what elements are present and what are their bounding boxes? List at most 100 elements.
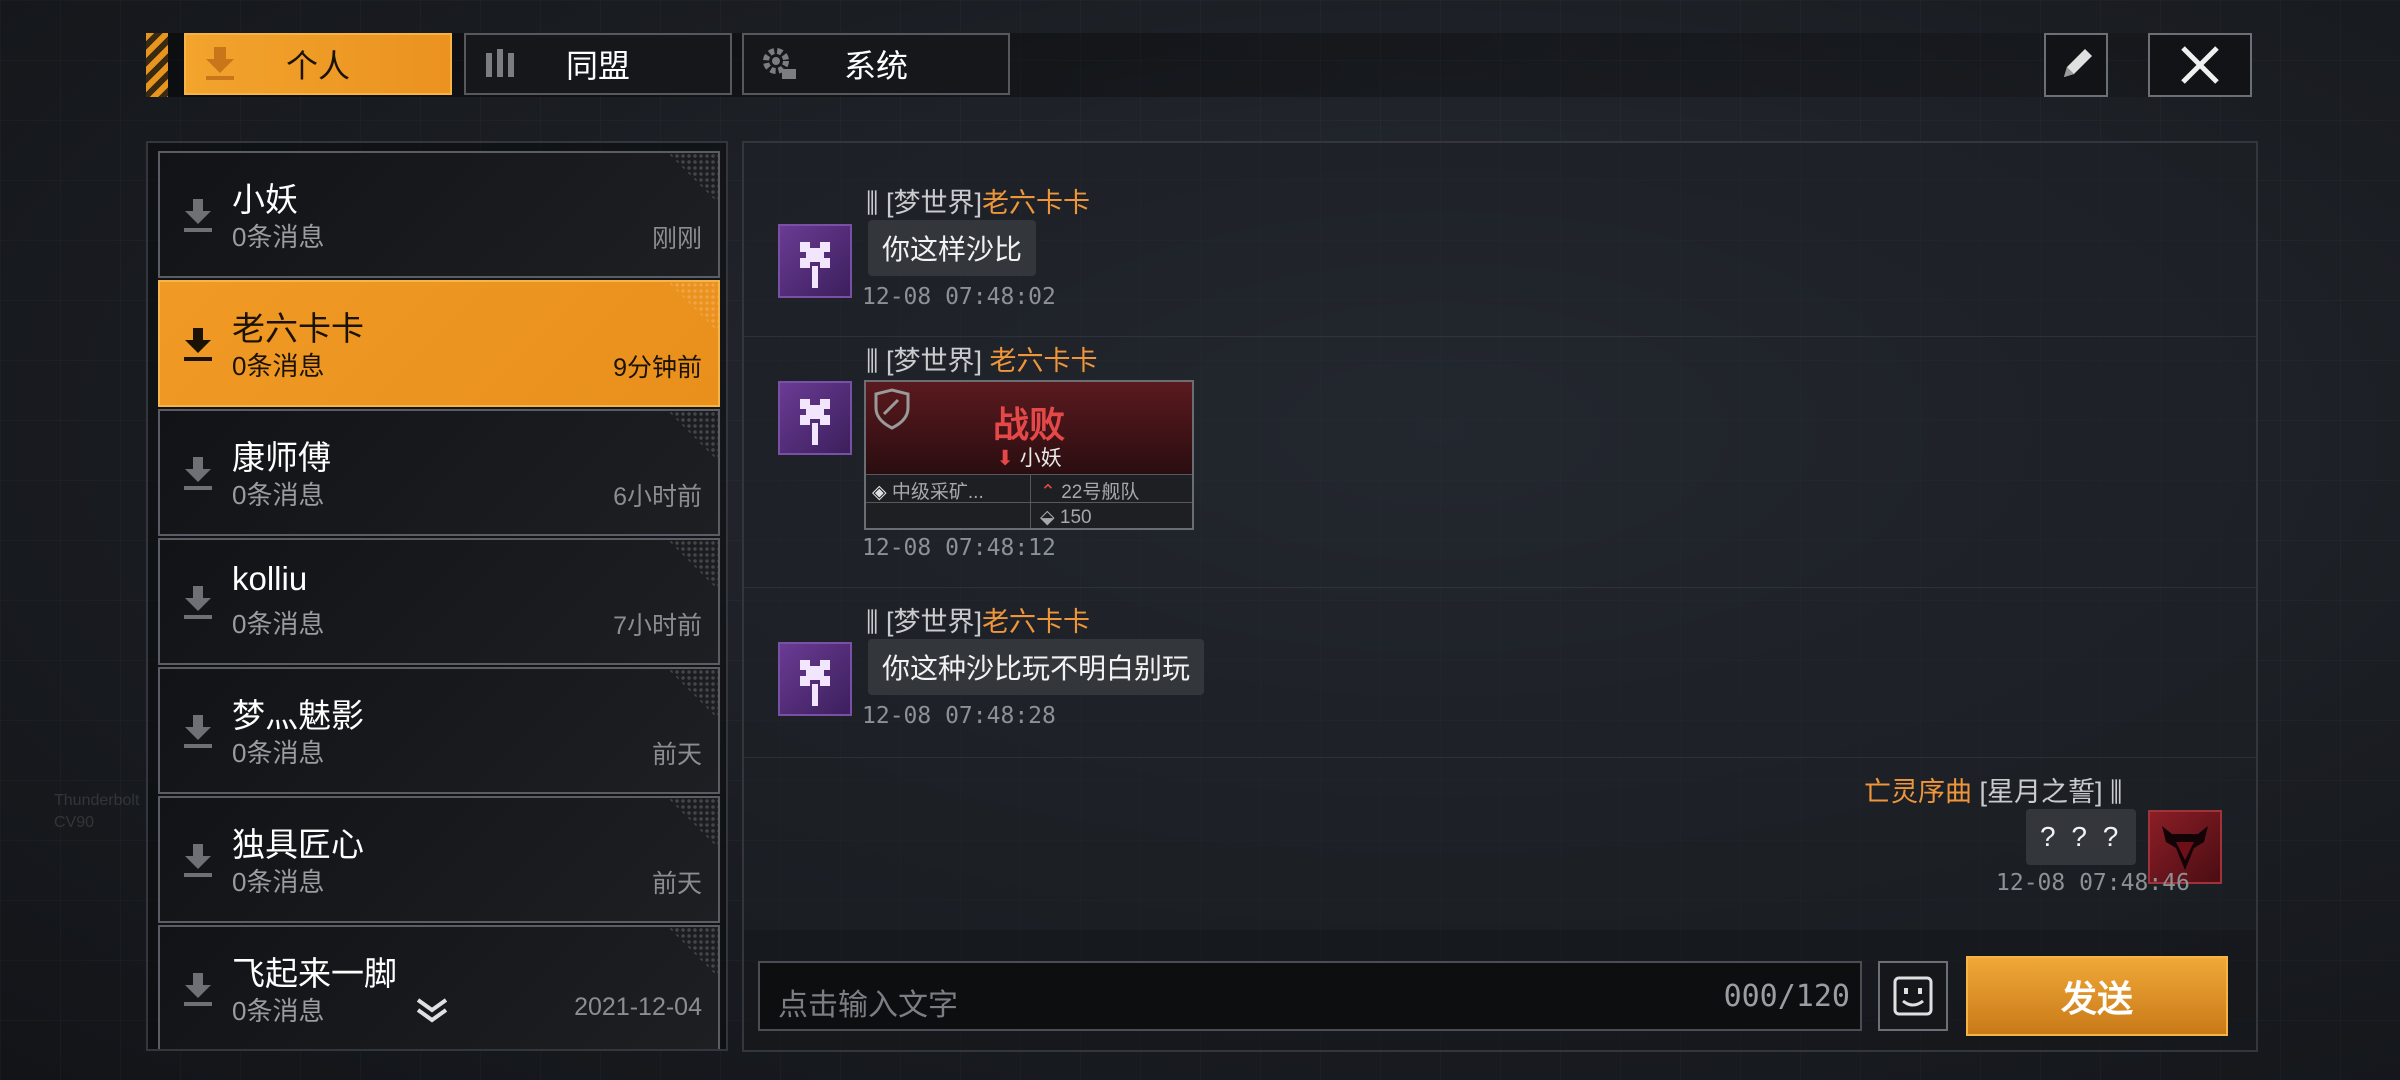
tab-system[interactable]: 系统 [742,33,1010,95]
sender-name[interactable]: 老六卡卡 [982,188,1090,218]
message-count: 0条消息 [232,609,325,639]
edit-button[interactable] [2044,33,2108,97]
message-time: 12-08 07:48:02 [862,284,1056,310]
server-tag: [梦世界] [885,188,982,218]
background-label: Thunderbolt [54,792,140,809]
server-tag: [星月之誓] [1979,777,2103,807]
char-counter: 000/120 [1723,979,1850,1014]
amount-value: 150 [1059,507,1092,528]
server-tag: [梦世界] [885,607,982,637]
sender-name[interactable]: 亡灵序曲 [1864,777,1972,807]
mission-name: 中级采矿... [891,482,984,503]
hazard-stripe [146,33,168,97]
sender-line: ⫼ [梦世界]老六卡卡 [866,181,1090,220]
sender-line: 亡灵序曲 [星月之誓] ⫼ [1864,770,2122,809]
input-placeholder: 点击输入文字 [778,989,958,1022]
alliance-icon: ⫼ [2110,777,2123,807]
contact-item-active[interactable]: 老六卡卡 0条消息 9分钟前 [158,280,720,407]
contact-list[interactable]: 小妖 0条消息 刚刚 老六卡卡 0条消息 9分钟前 康师傅 0条消息 6小时前 … [146,141,728,1051]
corner-pattern [668,798,718,848]
divider [744,757,2256,758]
mission-cell: ◈ 中级采矿... [872,477,984,504]
message-count: 0条消息 [232,480,325,510]
contact-name: 老六卡卡 [232,310,364,347]
close-button[interactable] [2148,33,2252,97]
contact-name: 梦灬魅影 [232,697,364,734]
chat-panel [742,141,2258,1052]
background-label: CV90 [54,814,95,831]
avatar[interactable] [778,642,852,716]
emoji-button[interactable] [1878,961,1948,1031]
message-count: 0条消息 [232,222,325,252]
last-time: 前天 [651,741,702,769]
corner-pattern [668,282,718,332]
corner-pattern [668,540,718,590]
pixel-emblem-icon [800,399,830,445]
contact-item[interactable]: 独具匠心 0条消息 前天 [158,796,720,923]
contact-name: 康师傅 [232,439,331,476]
corner-pattern [668,153,718,203]
last-time: 6小时前 [613,483,702,511]
message-time: 12-08 07:48:46 [1996,870,2190,896]
alliance-icon: ⫼ [866,607,879,637]
download-arrow-icon [184,328,212,361]
battle-result: 战败 [992,404,1065,445]
message-bubble: 你这种沙比玩不明白别玩 [868,639,1205,695]
pixel-emblem-icon [800,660,830,706]
send-button[interactable]: 发送 [1966,956,2228,1036]
corner-pattern [668,411,718,461]
close-icon [2181,46,2219,84]
tab-label: 系统 [843,48,908,84]
download-arrow-icon [184,586,212,619]
tab-alliance[interactable]: 同盟 [464,33,732,95]
message-input[interactable]: 点击输入文字 000/120 [758,961,1862,1031]
alliance-icon: ⫼ [866,188,879,218]
sender-line: ⫼ [梦世界] 老六卡卡 [866,339,1097,378]
download-arrow-icon [184,715,212,748]
contact-item[interactable]: kolliu 0条消息 7小时前 [158,538,720,665]
message-count: 0条消息 [232,738,325,768]
last-time: 7小时前 [613,612,702,640]
smiley-icon [1893,976,1933,1016]
download-arrow-icon [184,844,212,877]
message-time: 12-08 07:48:28 [862,703,1056,729]
tab-personal[interactable]: 个人 [184,33,452,95]
corner-pattern [668,669,718,719]
top-bar [146,33,2250,97]
tab-label: 个人 [285,48,350,84]
message-time: 12-08 07:48:12 [862,535,1056,561]
server-tag: [梦世界] [885,346,982,376]
message-bubble: ? ? ? [2026,809,2137,865]
contact-name: 独具匠心 [232,826,364,863]
divider [744,336,2256,337]
contact-name: 小妖 [232,181,298,218]
last-time: 9分钟前 [613,354,702,382]
avatar[interactable] [778,224,852,298]
avatar[interactable] [778,381,852,455]
message-count: 0条消息 [232,867,325,897]
contact-item[interactable]: 康师傅 0条消息 6小时前 [158,409,720,536]
last-time: 刚刚 [651,225,702,253]
message-bubble: 你这样沙比 [868,220,1037,276]
message-count: 0条消息 [232,351,325,381]
fleet-cell: ⌃ 22号舰队 [1040,477,1139,504]
corner-pattern [668,927,718,977]
battle-report-card[interactable]: 战败 ⬇ 小妖 ◈ 中级采矿... ⌃ 22号舰队 ⬙ 150 [864,380,1194,530]
chevron-down-icon[interactable] [412,996,452,1026]
contact-item[interactable]: 飞起来一脚 0条消息 2021-12-04 [158,925,720,1049]
divider [744,587,2256,588]
sender-name[interactable]: 老六卡卡 [982,607,1090,637]
fleet-name: 22号舰队 [1061,482,1140,503]
resource-icon: ⬙ [1040,507,1055,528]
pencil-icon [2064,49,2092,77]
contact-name: kolliu [232,560,308,597]
contact-item[interactable]: 梦灬魅影 0条消息 前天 [158,667,720,794]
contact-item[interactable]: 小妖 0条消息 刚刚 [158,151,720,278]
sender-line: ⫼ [梦世界]老六卡卡 [866,600,1090,639]
chevron-up-icon: ⌃ [1040,482,1056,503]
last-time: 2021-12-04 [574,993,702,1021]
sender-name[interactable]: 老六卡卡 [989,346,1097,376]
pixel-emblem-icon [800,242,830,288]
download-arrow-icon [184,199,212,232]
battle-target: ⬇ 小妖 [866,442,1192,472]
